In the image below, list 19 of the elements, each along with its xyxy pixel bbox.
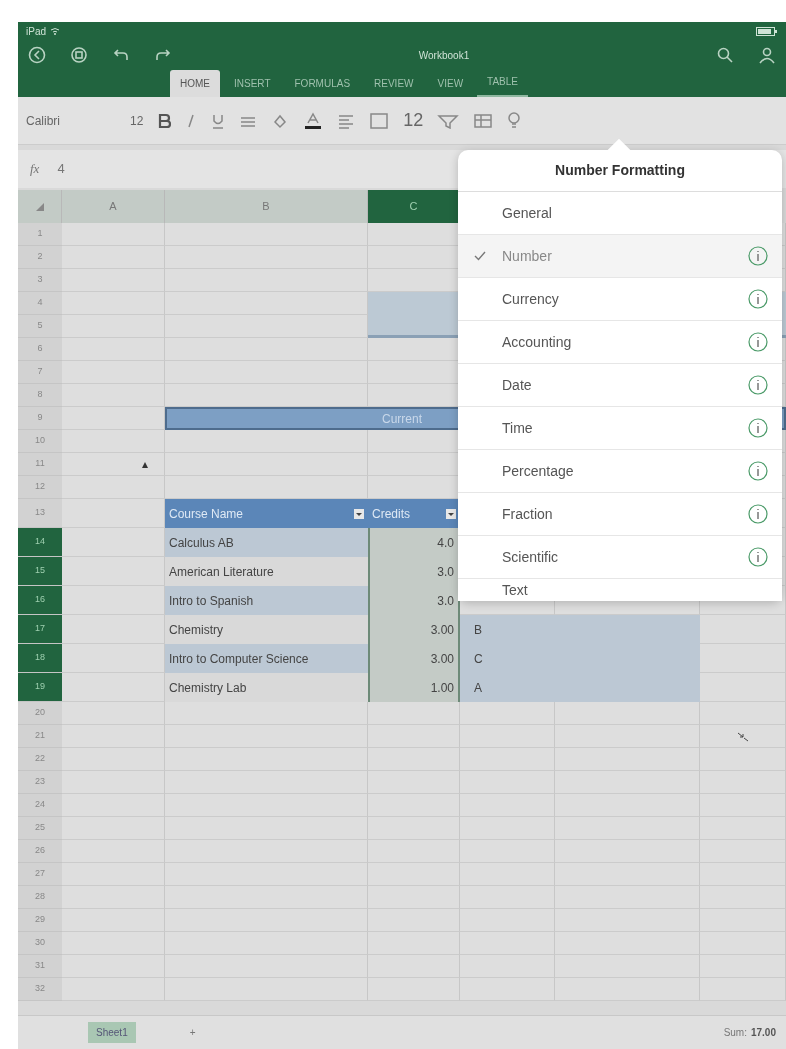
table-cell: 3.0 [368, 586, 460, 615]
table-cell: B [460, 615, 700, 644]
table-cell: 1.00 [368, 673, 460, 702]
sum-value: 17.00 [750, 1026, 776, 1040]
table-cell-text: Chemistry Lab [168, 679, 248, 697]
table-cell: 3.00 [368, 644, 460, 673]
carrier-label: iPad [26, 24, 46, 39]
table-cell: Intro to Spanish [165, 586, 368, 615]
table-cell: C [460, 644, 700, 673]
document-title: Workbook1 [418, 48, 470, 63]
table-cell-text: American Literature [168, 563, 275, 581]
table-cell: Intro to Computer Science [165, 644, 368, 673]
table-cell-text: Chemistry [168, 621, 224, 639]
table-cell: A [460, 673, 700, 702]
sum-label: Sum: [723, 1026, 747, 1040]
table-cell: 3.0 [368, 557, 460, 586]
table-cell: 4.0 [368, 528, 460, 557]
table-cell: 3.00 [368, 615, 460, 644]
table-cell: Calculus AB [165, 528, 368, 557]
